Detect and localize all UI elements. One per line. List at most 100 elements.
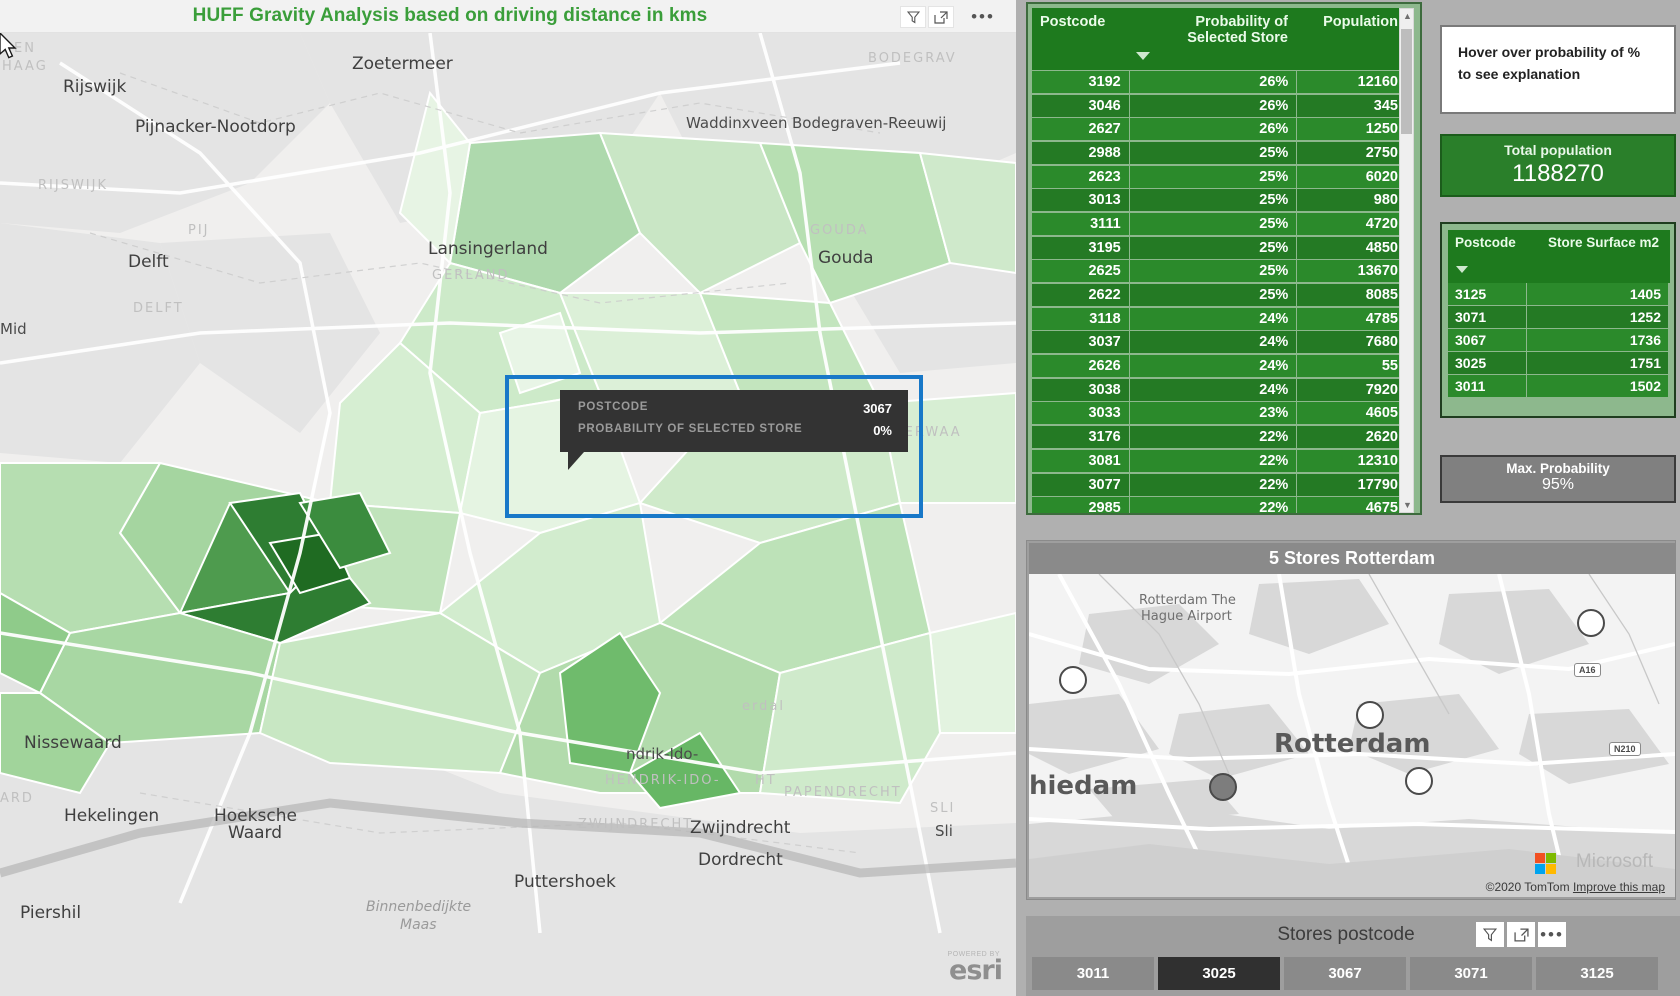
map-label: Waddinxveen [686,114,788,132]
stores-map-title: 5 Stores Rotterdam [1029,543,1675,574]
scrollbar-thumb[interactable] [1401,29,1412,134]
table-row[interactable]: 3011 1502 [1448,375,1670,398]
probability-table-scrollbar[interactable]: ▲ ▼ [1399,8,1414,513]
slicer-item-3025[interactable]: 3025 [1158,957,1280,990]
table-row[interactable]: 3081 22% 12310 [1032,449,1406,473]
slicer-item-3125[interactable]: 3125 [1536,957,1658,990]
cell-surface: 1736 [1527,329,1668,351]
map-label: Binnenbedijkte [366,899,472,915]
store-table-header: Postcode Store Surface m2 [1448,230,1670,283]
store-marker-3125[interactable] [1577,609,1605,637]
table-row[interactable]: 2988 25% 2750 [1032,141,1406,165]
map-label: Hekelingen [64,806,160,826]
column-header-store-postcode[interactable]: Postcode [1448,230,1526,283]
table-row[interactable]: 3077 22% 17790 [1032,473,1406,497]
map-label: Nissewaard [24,733,122,753]
slicer-item-3071[interactable]: 3071 [1410,957,1532,990]
cell-postcode: 3025 [1448,352,1526,374]
table-row[interactable]: 3033 23% 4605 [1032,402,1406,426]
cell-population: 12310 [1297,449,1406,472]
table-row[interactable]: 2627 26% 1250 [1032,117,1406,141]
slicer-item-3067[interactable]: 3067 [1284,957,1406,990]
improve-this-map-link[interactable]: Improve this map [1573,880,1665,894]
table-row[interactable]: 3067 1736 [1448,329,1670,352]
column-header-store-surface[interactable]: Store Surface m2 [1526,230,1666,283]
table-row[interactable]: 3025 1751 [1448,352,1670,375]
slicer-item-3011[interactable]: 3011 [1032,957,1154,990]
table-row[interactable]: 3125 1405 [1448,283,1670,306]
focus-mode-icon[interactable] [1507,922,1535,947]
column-header-postcode[interactable]: Postcode [1032,8,1129,70]
store-marker-3071[interactable] [1059,666,1087,694]
microsoft-wordmark: Microsoft [1575,851,1653,872]
cell-population: 4605 [1297,402,1406,425]
table-row[interactable]: 3038 24% 7920 [1032,378,1406,402]
cell-probability: 25% [1129,236,1297,259]
store-marker-3011[interactable] [1405,767,1433,795]
stores-postcode-slicer[interactable]: Stores postcode ••• 3011 3025 3067 3071 3125 [1026,916,1680,996]
store-marker-3025-selected[interactable] [1209,773,1237,801]
column-header-probability[interactable]: Probability of Selected Store [1129,8,1296,70]
more-options-icon[interactable]: ••• [1538,922,1566,947]
table-row[interactable]: 3111 25% 4720 [1032,212,1406,236]
cell-postcode: 3038 [1032,378,1129,401]
cell-postcode: 3111 [1032,212,1129,235]
probability-table-body: 3192 26% 12160 3046 26% 345 2627 26% 1250 2988 25%… [1032,70,1406,513]
cell-surface: 1502 [1527,375,1668,397]
map-label: Mid [0,320,27,338]
tooltip-row: POSTCODE 3067 [578,401,892,416]
store-marker-3067[interactable] [1356,701,1384,729]
map-label: erdal [742,699,785,714]
probability-table-card[interactable]: Postcode Probability of Selected Store P… [1026,2,1422,515]
scroll-up-arrow[interactable]: ▲ [1403,11,1412,21]
table-row[interactable]: 2626 24% 55 [1032,354,1406,378]
table-row[interactable]: 3037 24% 7680 [1032,331,1406,355]
table-row[interactable]: 3046 26% 345 [1032,94,1406,118]
table-row[interactable]: 2985 22% 4675 [1032,496,1406,513]
column-header-population[interactable]: Population [1296,8,1406,70]
focus-mode-icon[interactable] [928,6,954,28]
total-population-card[interactable]: Total population 1188270 [1440,134,1676,197]
map-label: PAPENDRECHT [784,785,902,800]
choropleth-map[interactable]: DEN HAAG Rijswijk Zoetermeer BODEGRAV Pijnack… [0,33,1016,996]
store-surface-table-card[interactable]: Postcode Store Surface m2 3125 1405 3071 12… [1440,222,1676,418]
cell-postcode: 3071 [1448,306,1526,328]
table-row[interactable]: 3071 1252 [1448,306,1670,329]
filter-icon[interactable] [900,6,926,28]
cell-postcode: 3195 [1032,236,1129,259]
stores-map[interactable]: Rotterdam The Hague Airport Rotterdam hieda… [1029,574,1675,897]
cell-probability: 25% [1129,284,1297,307]
map-label: ndrik-Ido- [626,745,699,763]
max-probability-label: Max. Probability [1506,461,1610,476]
stores-map-card[interactable]: 5 Stores Rotterdam Rotterdam The Hague A… [1026,540,1676,900]
table-row[interactable]: 2622 25% 8085 [1032,283,1406,307]
sort-descending-icon [1136,52,1150,60]
cell-postcode: 3077 [1032,473,1129,496]
max-probability-value: 95% [1541,476,1575,493]
stores-map-label: Hague Airport [1141,609,1232,624]
stores-map-label: Rotterdam The [1139,593,1236,608]
table-row[interactable]: 3195 25% 4850 [1032,236,1406,260]
slicer-item-list: 3011 3025 3067 3071 3125 [1032,957,1658,990]
cell-population: 7920 [1297,378,1406,401]
table-row[interactable]: 2625 25% 13670 [1032,260,1406,284]
store-surface-table[interactable]: Postcode Store Surface m2 3125 1405 3071 12… [1448,230,1670,398]
more-options-icon[interactable]: ••• [970,6,996,28]
cell-postcode: 3176 [1032,426,1129,449]
probability-table[interactable]: Postcode Probability of Selected Store P… [1032,8,1406,513]
cell-population: 8085 [1297,284,1406,307]
table-row[interactable]: 3176 22% 2620 [1032,425,1406,449]
map-label: RIJSWIJK [38,178,108,193]
table-row[interactable]: 3118 24% 4785 [1032,307,1406,331]
max-probability-card[interactable]: Max. Probability 95% [1440,455,1676,503]
cell-postcode: 2625 [1032,260,1129,283]
map-label: GOUDA [810,223,869,238]
scroll-down-arrow[interactable]: ▼ [1403,500,1412,510]
cell-postcode: 3125 [1448,283,1526,305]
table-row[interactable]: 3013 25% 980 [1032,188,1406,212]
filter-icon[interactable] [1476,922,1504,947]
cell-population: 6020 [1297,165,1406,188]
table-row[interactable]: 2623 25% 6020 [1032,165,1406,189]
table-row[interactable]: 3192 26% 12160 [1032,70,1406,94]
mouse-cursor-icon [0,33,17,59]
